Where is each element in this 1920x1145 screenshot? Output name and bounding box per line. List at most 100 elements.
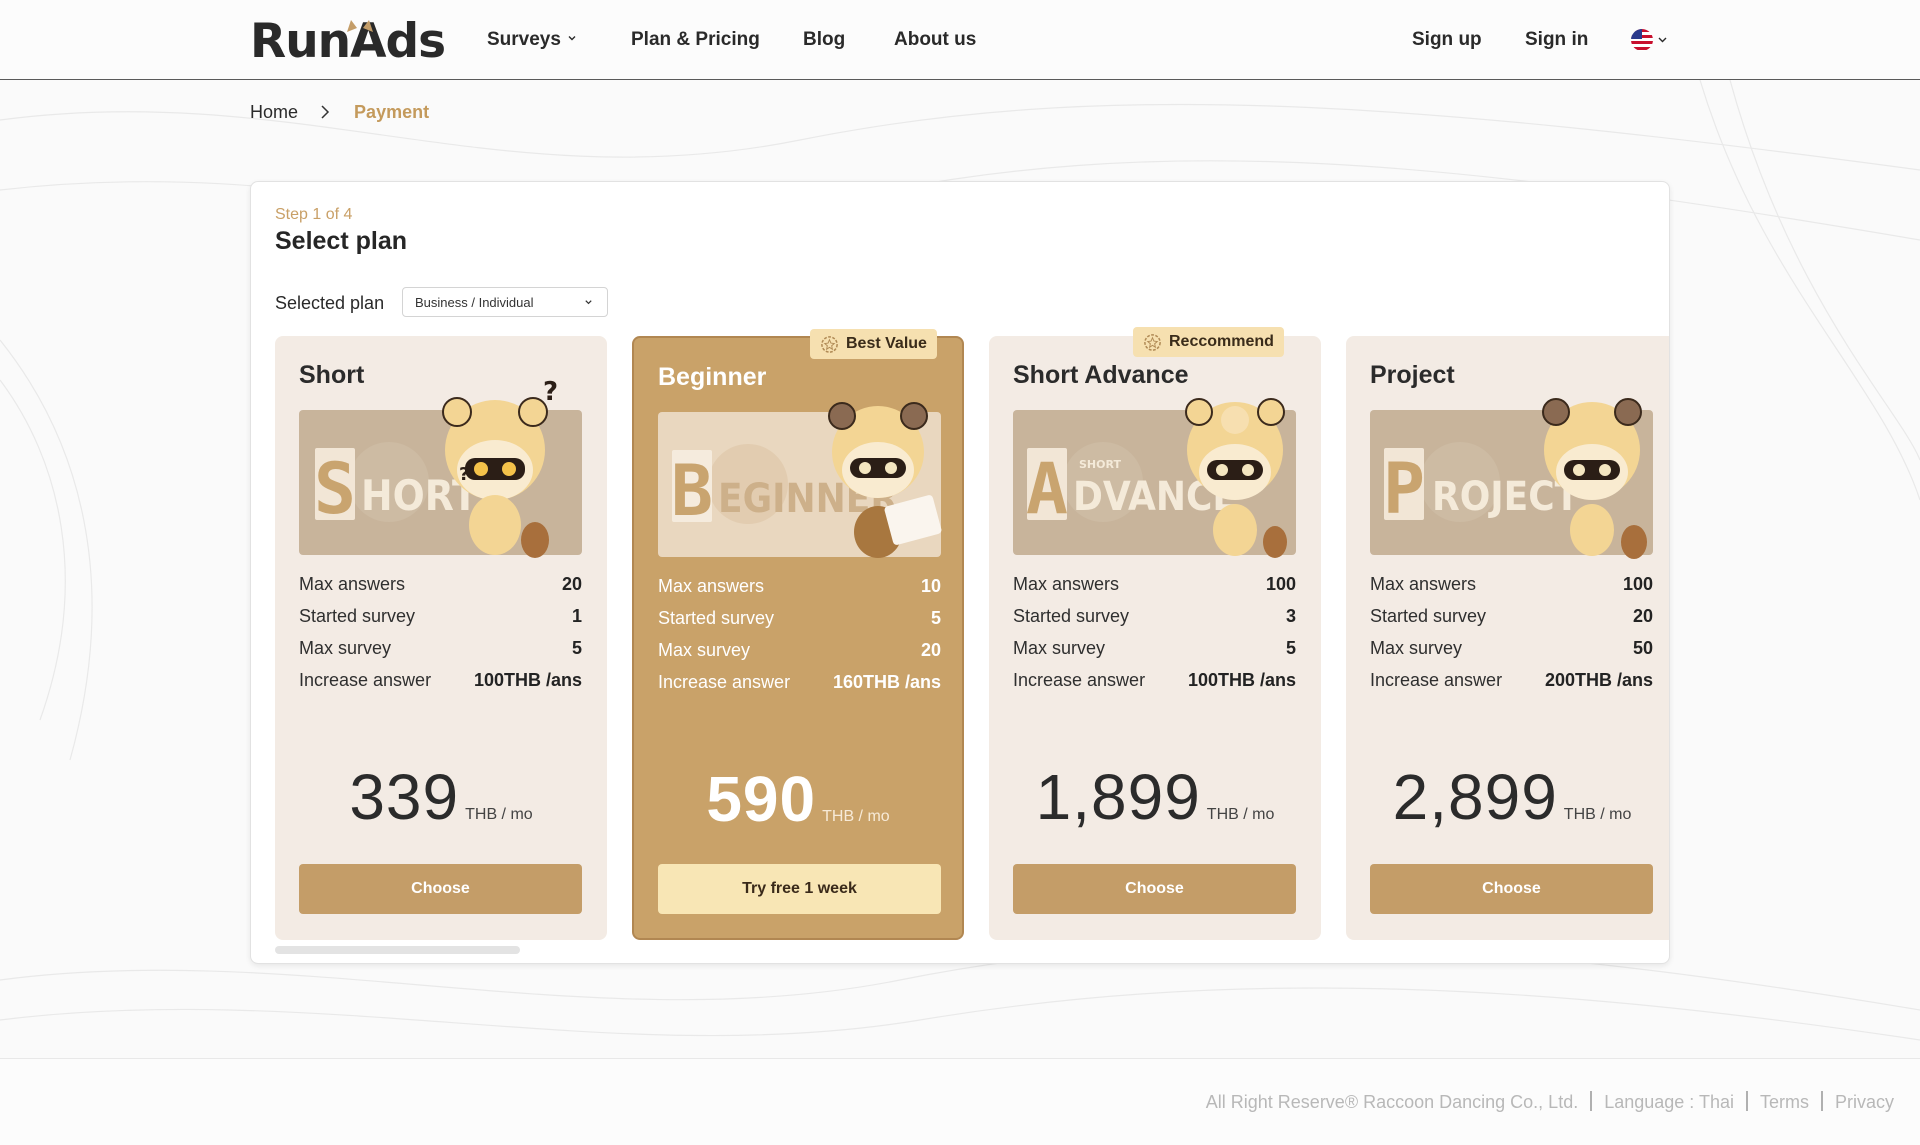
breadcrumb-current: Payment: [354, 102, 430, 122]
sign-in-link[interactable]: Sign in: [1525, 29, 1588, 51]
stat-value: 50: [1632, 638, 1653, 658]
divider: [1745, 1091, 1748, 1111]
raccoon-ears-icon: [347, 20, 373, 32]
stat-label: Max answers: [658, 576, 765, 596]
plan-name: Short Advance: [1013, 361, 1189, 389]
copyright-text: All Right Reserve® Raccoon Dancing Co., …: [1205, 1092, 1579, 1112]
plan-price: 339 THB / mo: [275, 760, 607, 834]
plan-card-short: Short S HORT ? ? Max answers 20 Started …: [275, 336, 607, 940]
stat-value: 100THB /ans: [1187, 670, 1296, 690]
choose-button[interactable]: Choose: [1013, 864, 1296, 914]
nav-blog[interactable]: Blog: [803, 29, 845, 51]
plan-card-project: Project P ROJECT Max answers 100 Started…: [1346, 336, 1669, 940]
stat-label: Max answers: [1013, 574, 1120, 594]
svg-text:?: ?: [459, 464, 469, 485]
stat-row: Max answers 100: [1013, 574, 1296, 606]
svg-text:?: ?: [543, 377, 558, 407]
plan-price: 1,899 THB / mo: [989, 760, 1321, 834]
plan-card-beginner: Best Value Beginner B EGINNER Max answer…: [632, 329, 964, 940]
best-value-badge: Best Value: [810, 329, 937, 359]
stat-label: Increase answer: [299, 670, 432, 690]
stat-row: Started survey 1: [299, 606, 582, 638]
badge-label: Best Value: [846, 335, 927, 352]
stat-label: Started survey: [299, 606, 416, 626]
stat-label: Started survey: [1013, 606, 1130, 626]
nav-about-us[interactable]: About us: [894, 29, 976, 51]
language-link[interactable]: Language : Thai: [1604, 1092, 1734, 1112]
horizontal-scrollbar[interactable]: [275, 946, 520, 954]
stat-value: 20: [1632, 606, 1653, 626]
stat-value: 100: [1265, 574, 1296, 594]
stat-row: Max survey 20: [658, 640, 941, 672]
stat-row: Increase answer 100THB /ans: [299, 670, 582, 702]
plan-banner: A SHORT DVANCE: [1013, 398, 1296, 558]
nav-plan-pricing[interactable]: Plan & Pricing: [631, 29, 760, 51]
svg-text:B: B: [671, 450, 713, 532]
chevron-down-icon: [568, 36, 576, 41]
stat-row: Increase answer 200THB /ans: [1370, 670, 1653, 702]
stat-row: Started survey 5: [658, 608, 941, 640]
plan-name: Beginner: [658, 363, 767, 391]
plan-price: 590 THB / mo: [634, 762, 962, 836]
privacy-link[interactable]: Privacy: [1835, 1092, 1894, 1112]
stat-value: 20: [561, 574, 582, 594]
nav-surveys[interactable]: Surveys: [487, 29, 577, 51]
price-amount: 1,899: [1035, 761, 1201, 833]
stat-row: Started survey 3: [1013, 606, 1296, 638]
stat-value: 5: [1285, 638, 1296, 658]
badge-star-icon: [821, 336, 838, 353]
stat-label: Max answers: [1370, 574, 1477, 594]
selected-plan-label: Selected plan: [275, 293, 385, 313]
breadcrumb: Home Payment: [250, 102, 429, 123]
chevron-down-icon: [585, 300, 592, 305]
plan-banner: P ROJECT: [1370, 398, 1653, 559]
footer: All Right Reserve® Raccoon Dancing Co., …: [0, 1058, 1920, 1145]
price-unit: THB / mo: [1563, 806, 1632, 823]
stat-row: Max survey 5: [299, 638, 582, 670]
plan-name: Short: [299, 361, 365, 389]
stat-value: 200THB /ans: [1544, 670, 1653, 690]
stat-row: Max answers 10: [658, 576, 941, 608]
choose-button[interactable]: Choose: [299, 864, 582, 914]
breadcrumb-home[interactable]: Home: [250, 102, 298, 122]
stat-row: Max answers 20: [299, 574, 582, 606]
stat-value: 100: [1622, 574, 1653, 594]
try-free-button[interactable]: Try free 1 week: [658, 864, 941, 914]
stat-row: Max answers 100: [1370, 574, 1653, 606]
price-amount: 339: [349, 761, 460, 833]
stat-row: Increase answer 100THB /ans: [1013, 670, 1296, 702]
stat-value: 10: [920, 576, 941, 596]
svg-text:S: S: [314, 448, 356, 530]
footer-links: All Right Reserve® Raccoon Dancing Co., …: [1206, 1091, 1894, 1113]
raccoon-mascot-illustration: S HORT ? ?: [299, 377, 582, 558]
stat-row: Started survey 20: [1370, 606, 1653, 638]
price-unit: THB / mo: [1206, 806, 1275, 823]
svg-text:A: A: [1026, 448, 1068, 530]
plan-banner: B EGINNER: [658, 402, 942, 558]
plan-type-value: Business / Individual: [415, 295, 534, 310]
raccoon-mascot-illustration: P ROJECT: [1370, 398, 1653, 559]
svg-text:SHORT: SHORT: [1079, 458, 1121, 471]
plan-price: 2,899 THB / mo: [1346, 760, 1669, 834]
logo[interactable]: RunAds: [250, 14, 446, 69]
stat-row: Max survey 5: [1013, 638, 1296, 670]
chevron-right-icon: [321, 105, 330, 119]
stat-label: Max answers: [299, 574, 406, 594]
divider: [1820, 1091, 1823, 1111]
terms-link[interactable]: Terms: [1760, 1092, 1809, 1112]
plan-type-select[interactable]: Business / Individual: [402, 287, 608, 317]
badge-label: Reccommend: [1169, 333, 1274, 350]
stat-label: Max survey: [1013, 638, 1106, 658]
select-plan-panel: Step 1 of 4 Select plan Selected plan Bu…: [250, 181, 1670, 964]
choose-button[interactable]: Choose: [1370, 864, 1653, 914]
recommend-badge: Reccommend: [1133, 327, 1284, 357]
plan-card-short-advance: Reccommend Short Advance A SHORT DVANCE: [989, 327, 1321, 940]
us-flag-icon[interactable]: [1630, 28, 1670, 52]
stat-label: Increase answer: [1013, 670, 1146, 690]
plan-stats: Max answers 100 Started survey 3 Max surve…: [1013, 574, 1296, 702]
plan-stats: Max answers 100 Started survey 20 Max surv…: [1370, 574, 1653, 702]
divider: [1590, 1091, 1593, 1111]
step-indicator: Step 1 of 4: [275, 206, 353, 223]
stat-value: 1: [571, 606, 582, 626]
sign-up-link[interactable]: Sign up: [1412, 29, 1482, 51]
